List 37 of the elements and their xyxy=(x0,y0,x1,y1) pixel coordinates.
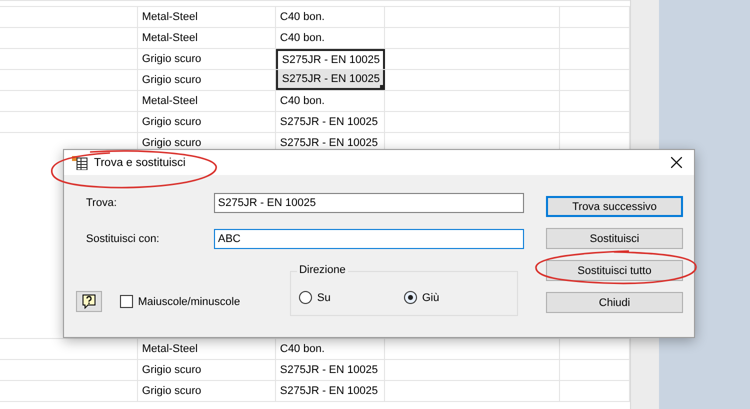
dialog-button[interactable]: Sostituisci xyxy=(546,228,683,249)
radio-button[interactable] xyxy=(404,291,418,304)
checkbox[interactable] xyxy=(120,295,133,308)
dialog-button[interactable]: Trova successivo xyxy=(546,196,683,217)
close-icon[interactable] xyxy=(671,157,682,168)
table-cell: S275JR - EN 10025 xyxy=(276,360,385,380)
table-cell: S275JR - EN 10025 xyxy=(276,70,385,90)
table-cell: Grigio scuro xyxy=(138,381,276,401)
table-cell: Metal-Steel xyxy=(138,7,276,27)
fill-handle[interactable] xyxy=(380,85,385,90)
match-case-checkbox[interactable]: Maiuscole/minuscole xyxy=(120,295,240,308)
text-field[interactable]: S275JR - EN 10025 xyxy=(214,193,524,213)
field-label: Sostituisci con: xyxy=(86,233,160,245)
radio-option[interactable]: Giù xyxy=(404,291,510,304)
table-cell: Grigio scuro xyxy=(138,112,276,132)
dialog-title: Trova e sostituisci xyxy=(94,156,187,168)
field-label: Trova: xyxy=(86,197,118,209)
table-cell: Metal-Steel xyxy=(138,339,276,359)
table-cell: Metal-Steel xyxy=(138,28,276,48)
table-cell: Metal-Steel xyxy=(138,91,276,111)
dialog-button[interactable]: Chiudi xyxy=(546,292,683,313)
table-cell: S275JR - EN 10025 xyxy=(276,49,385,69)
table-cell: Grigio scuro xyxy=(138,360,276,380)
table-cell: S275JR - EN 10025 xyxy=(276,381,385,401)
text-field[interactable]: ABC xyxy=(214,229,524,249)
table-cell: C40 bon. xyxy=(276,28,385,48)
table-cell: C40 bon. xyxy=(276,339,385,359)
help-button[interactable] xyxy=(76,291,102,312)
table-cell: C40 bon. xyxy=(276,91,385,111)
table-cell: C40 bon. xyxy=(276,7,385,27)
group-title: Direzione xyxy=(297,264,348,276)
radio-option[interactable]: Su xyxy=(299,291,404,304)
table-cell: S275JR - EN 10025 xyxy=(276,112,385,132)
table-icon xyxy=(72,156,88,170)
radio-button[interactable] xyxy=(299,291,312,304)
dialog-button[interactable]: Sostituisci tutto xyxy=(546,260,683,281)
help-icon xyxy=(82,294,96,309)
